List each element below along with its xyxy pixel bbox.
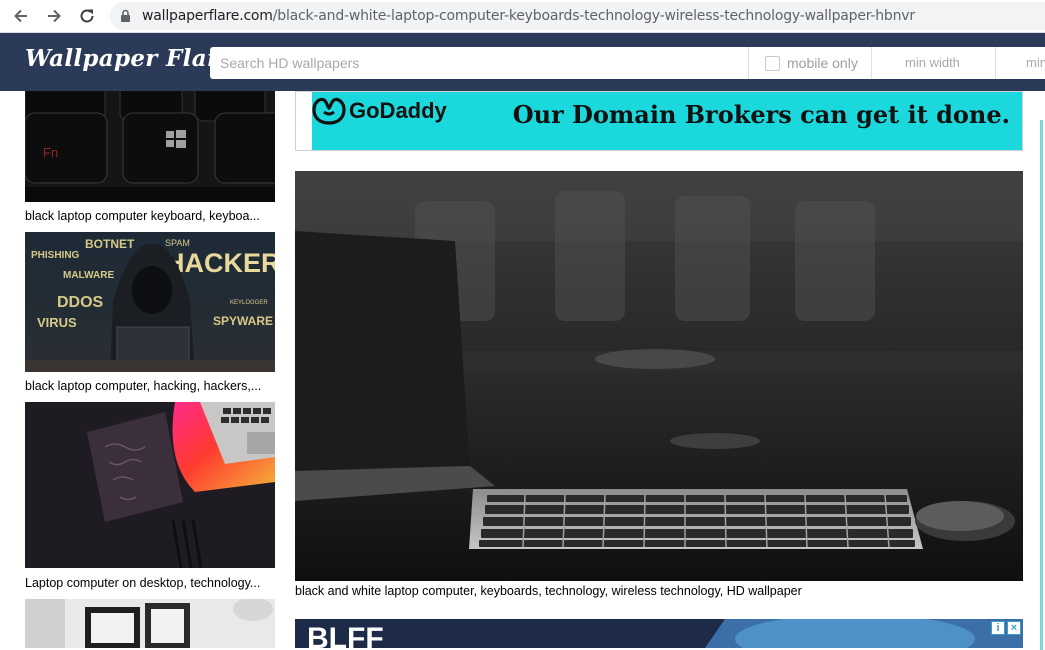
site-logo[interactable]: Wallpaper Flare <box>25 45 234 72</box>
arrow-left-icon <box>14 9 27 23</box>
svg-text:Fn: Fn <box>43 145 58 160</box>
url-domain: wallpaperflare.com <box>142 8 273 24</box>
back-button[interactable] <box>9 4 33 28</box>
ad-brand: GoDaddy <box>349 98 447 123</box>
svg-text:BOTNET: BOTNET <box>85 237 135 251</box>
svg-text:SPYWARE: SPYWARE <box>213 314 273 328</box>
thumbnail-keyboard[interactable]: Fn <box>25 91 275 202</box>
reload-icon <box>80 9 94 23</box>
bottom-ad-banner[interactable]: BLFF <box>295 619 1023 648</box>
adchoices-icon[interactable]: i <box>991 621 1005 635</box>
thumbnail-caption[interactable]: black laptop computer keyboard, keyboa..… <box>25 209 275 223</box>
search-input[interactable] <box>210 47 748 79</box>
hacker-image: PHISHING BOTNET SPAM MALWARE HACKER DDOS… <box>25 232 275 372</box>
laptop-desk-image <box>25 402 275 568</box>
right-border <box>1040 120 1043 650</box>
divider <box>748 47 749 79</box>
svg-text:PHISHING: PHISHING <box>31 250 80 261</box>
mobile-only-checkbox[interactable] <box>765 55 780 71</box>
lock-icon <box>121 9 130 22</box>
divider <box>871 47 872 79</box>
mobile-only-filter[interactable]: mobile only <box>765 47 858 79</box>
ad-banner[interactable]: GoDaddy Our Domain Brokers can get it do… <box>295 91 1023 151</box>
thumbnail-caption[interactable]: black laptop computer, hacking, hackers,… <box>25 379 275 393</box>
svg-text:VIRUS: VIRUS <box>37 315 77 330</box>
search-bar: mobile only min width min <box>210 47 1045 79</box>
thumbnail-office[interactable] <box>25 599 275 648</box>
main-wallpaper-image[interactable] <box>295 171 1023 581</box>
thumbnail-caption[interactable]: Laptop computer on desktop, technology..… <box>25 576 275 590</box>
forward-button[interactable] <box>42 4 66 28</box>
ad-controls: i × <box>991 621 1021 635</box>
svg-text:HACKER: HACKER <box>165 248 275 278</box>
mobile-only-label: mobile only <box>787 55 858 71</box>
url-path: /black-and-white-laptop-computer-keyboar… <box>272 8 915 24</box>
site-header: Wallpaper Flare mobile only min width mi… <box>0 33 1045 91</box>
main-wallpaper-caption: black and white laptop computer, keyboar… <box>295 584 802 598</box>
svg-text:DDOS: DDOS <box>57 294 104 311</box>
min-height-input[interactable]: min <box>1026 47 1045 79</box>
svg-text:SPAM: SPAM <box>165 238 190 248</box>
laptop-keyboard-wallpaper <box>295 171 1023 581</box>
bottom-ad-image: BLFF <box>295 619 1023 648</box>
min-width-input[interactable]: min width <box>905 47 960 79</box>
ad-tagline: Our Domain Brokers can get it done. <box>512 100 1010 129</box>
divider <box>995 47 996 79</box>
thumbnail-laptop-desk[interactable] <box>25 402 275 568</box>
reload-button[interactable] <box>75 4 99 28</box>
svg-text:KEYLOGGER: KEYLOGGER <box>230 300 268 306</box>
svg-text:BLFF: BLFF <box>307 622 384 648</box>
address-bar[interactable]: wallpaperflare.com/black-and-white-lapto… <box>110 2 1045 30</box>
thumbnail-hacker[interactable]: PHISHING BOTNET SPAM MALWARE HACKER DDOS… <box>25 232 275 372</box>
arrow-right-icon <box>48 9 61 23</box>
godaddy-logo: GoDaddy <box>312 96 447 126</box>
office-image <box>25 599 275 648</box>
ad-content[interactable]: GoDaddy Our Domain Brokers can get it do… <box>312 92 1022 150</box>
godaddy-logo-icon <box>312 97 346 125</box>
close-icon[interactable]: × <box>1007 621 1021 635</box>
url-text: wallpaperflare.com/black-and-white-lapto… <box>142 8 915 24</box>
svg-text:MALWARE: MALWARE <box>63 270 114 281</box>
keyboard-image: Fn <box>25 91 275 202</box>
browser-toolbar: wallpaperflare.com/black-and-white-lapto… <box>0 0 1045 33</box>
